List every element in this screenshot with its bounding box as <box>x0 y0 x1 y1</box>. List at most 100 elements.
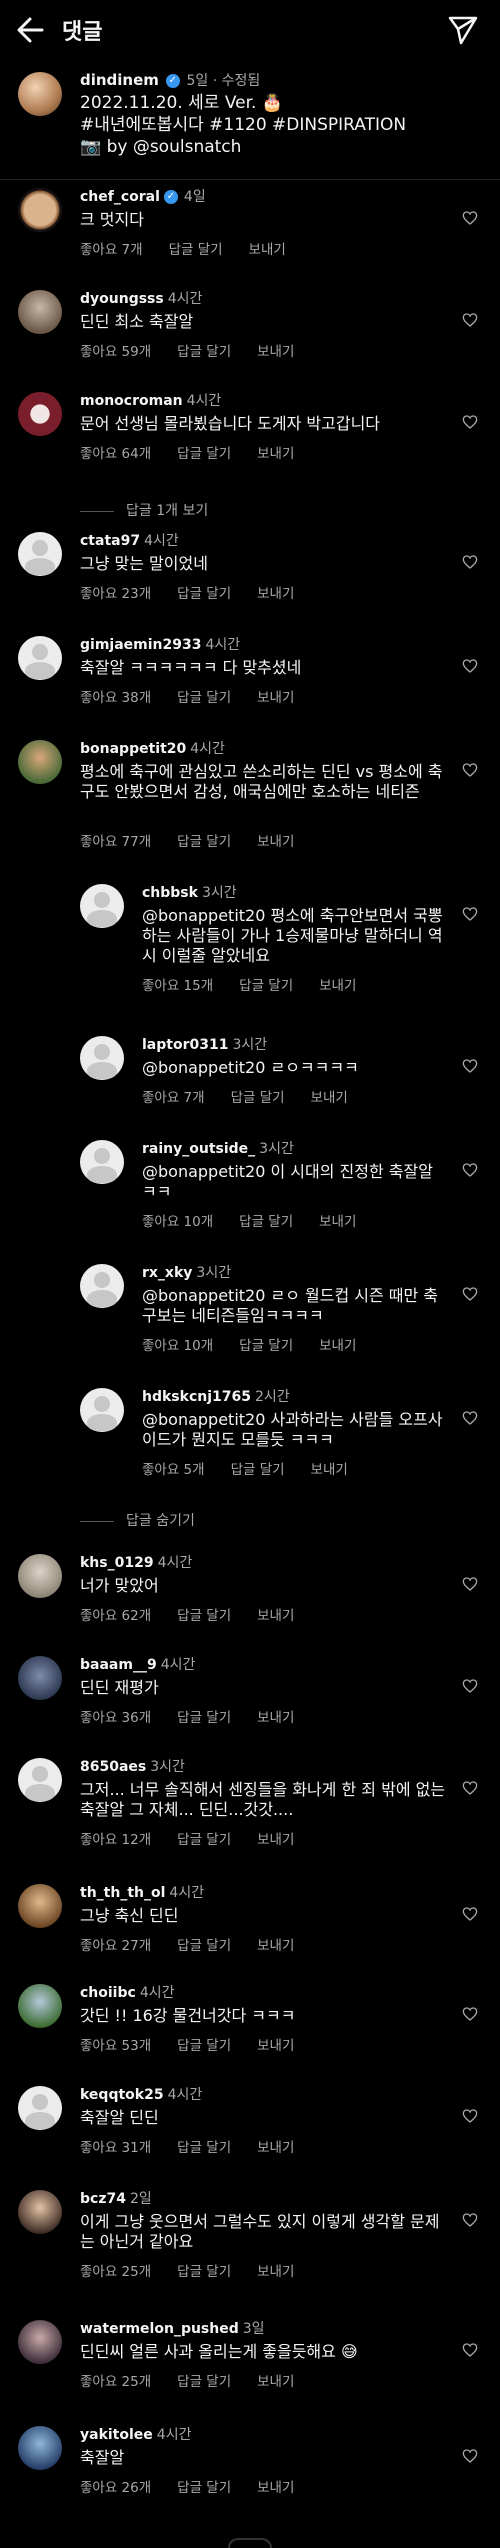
send-button[interactable]: 보내기 <box>257 1608 294 1624</box>
reply-button[interactable]: 답글 달기 <box>177 586 231 602</box>
avatar[interactable] <box>80 1036 124 1080</box>
reply-button[interactable]: 답글 달기 <box>177 2264 231 2280</box>
avatar[interactable] <box>80 884 124 928</box>
comment-username[interactable]: watermelon_pushed <box>80 2321 239 2337</box>
send-button[interactable]: 보내기 <box>257 834 294 850</box>
like-count[interactable]: 좋아요 53개 <box>80 2038 151 2054</box>
comment-username[interactable]: th_th_th_ol <box>80 1885 165 1901</box>
comment-username[interactable]: baaam__9 <box>80 1657 157 1673</box>
avatar[interactable] <box>80 1140 124 1184</box>
send-button[interactable]: 보내기 <box>257 344 294 360</box>
like-count[interactable]: 좋아요 59개 <box>80 344 151 360</box>
avatar[interactable] <box>18 1656 62 1700</box>
send-button[interactable]: 보내기 <box>257 2374 294 2390</box>
avatar[interactable] <box>18 1984 62 2028</box>
send-button[interactable]: 보내기 <box>257 1710 294 1726</box>
heart-icon[interactable] <box>462 1780 478 1796</box>
avatar[interactable] <box>18 2426 62 2470</box>
like-count[interactable]: 좋아요 31개 <box>80 2140 151 2156</box>
avatar[interactable] <box>18 532 62 576</box>
like-count[interactable]: 좋아요 10개 <box>142 1214 213 1230</box>
comment-username[interactable]: rx_xky <box>142 1265 192 1281</box>
heart-icon[interactable] <box>462 2448 478 2464</box>
send-button[interactable]: 보내기 <box>319 978 356 994</box>
heart-icon[interactable] <box>462 2006 478 2022</box>
like-count[interactable]: 좋아요 26개 <box>80 2480 151 2496</box>
send-button[interactable]: 보내기 <box>319 1214 356 1230</box>
reply-button[interactable]: 답글 달기 <box>177 1938 231 1954</box>
avatar[interactable] <box>80 1264 124 1308</box>
comment-username[interactable]: keqqtok25 <box>80 2087 164 2103</box>
reply-button[interactable]: 답글 달기 <box>239 978 293 994</box>
comment-username[interactable]: khs_0129 <box>80 1555 154 1571</box>
heart-icon[interactable] <box>462 210 478 226</box>
comment-username[interactable]: 8650aes <box>80 1759 146 1775</box>
heart-icon[interactable] <box>462 906 478 922</box>
like-count[interactable]: 좋아요 7개 <box>80 242 143 258</box>
avatar[interactable] <box>18 1554 62 1598</box>
back-arrow-icon[interactable] <box>12 12 52 48</box>
reply-button[interactable]: 답글 달기 <box>239 1338 293 1354</box>
comment-username[interactable]: gimjaemin2933 <box>80 637 201 653</box>
comment-username[interactable]: chef_coral <box>80 189 160 205</box>
like-count[interactable]: 좋아요 36개 <box>80 1710 151 1726</box>
like-count[interactable]: 좋아요 10개 <box>142 1338 213 1354</box>
send-button[interactable]: 보내기 <box>257 690 294 706</box>
like-count[interactable]: 좋아요 23개 <box>80 586 151 602</box>
send-button[interactable]: 보내기 <box>311 1090 348 1106</box>
author-username[interactable]: dindinem <box>80 71 159 89</box>
comment-username[interactable]: hdkskcnj1765 <box>142 1389 251 1405</box>
reply-button[interactable]: 답글 달기 <box>177 446 231 462</box>
reply-button[interactable]: 답글 달기 <box>177 344 231 360</box>
heart-icon[interactable] <box>462 2108 478 2124</box>
send-button[interactable]: 보내기 <box>257 586 294 602</box>
reply-button[interactable]: 답글 달기 <box>177 1608 231 1624</box>
like-count[interactable]: 좋아요 25개 <box>80 2264 151 2280</box>
send-button[interactable]: 보내기 <box>257 2140 294 2156</box>
avatar[interactable] <box>18 2320 62 2364</box>
comment-username[interactable]: laptor0311 <box>142 1037 228 1053</box>
send-button[interactable]: 보내기 <box>257 1938 294 1954</box>
send-button[interactable]: 보내기 <box>257 2038 294 2054</box>
like-count[interactable]: 좋아요 5개 <box>142 1462 205 1478</box>
like-count[interactable]: 좋아요 7개 <box>142 1090 205 1106</box>
toggle-replies-link[interactable]: 답글 숨기기 <box>80 1510 195 1530</box>
like-count[interactable]: 좋아요 12개 <box>80 1832 151 1848</box>
reply-button[interactable]: 답글 달기 <box>239 1214 293 1230</box>
avatar[interactable] <box>18 1758 62 1802</box>
like-count[interactable]: 좋아요 62개 <box>80 1608 151 1624</box>
comment-username[interactable]: bcz74 <box>80 2191 126 2207</box>
comment-username[interactable]: ctata97 <box>80 533 140 549</box>
heart-icon[interactable] <box>462 1058 478 1074</box>
avatar[interactable] <box>18 392 62 436</box>
comment-username[interactable]: dyoungsss <box>80 291 164 307</box>
reply-button[interactable]: 답글 달기 <box>177 2140 231 2156</box>
heart-icon[interactable] <box>462 1576 478 1592</box>
heart-icon[interactable] <box>462 554 478 570</box>
reply-button[interactable]: 답글 달기 <box>177 2038 231 2054</box>
send-button[interactable]: 보내기 <box>311 1462 348 1478</box>
heart-icon[interactable] <box>462 414 478 430</box>
avatar[interactable] <box>18 2086 62 2130</box>
avatar[interactable] <box>18 636 62 680</box>
heart-icon[interactable] <box>462 2342 478 2358</box>
comment-username[interactable]: chbbsk <box>142 885 198 901</box>
send-button[interactable]: 보내기 <box>319 1338 356 1354</box>
comment-username[interactable]: bonappetit20 <box>80 741 186 757</box>
author-avatar[interactable] <box>18 72 62 116</box>
reply-button[interactable]: 답글 달기 <box>177 2480 231 2496</box>
avatar[interactable] <box>18 188 62 232</box>
reply-button[interactable]: 답글 달기 <box>177 834 231 850</box>
like-count[interactable]: 좋아요 27개 <box>80 1938 151 1954</box>
reply-button[interactable]: 답글 달기 <box>177 690 231 706</box>
heart-icon[interactable] <box>462 658 478 674</box>
reply-button[interactable]: 답글 달기 <box>177 1710 231 1726</box>
heart-icon[interactable] <box>462 312 478 328</box>
toggle-replies-link[interactable]: 답글 1개 보기 <box>80 500 208 520</box>
heart-icon[interactable] <box>462 1286 478 1302</box>
avatar[interactable] <box>18 740 62 784</box>
send-button[interactable]: 보내기 <box>257 1832 294 1848</box>
like-count[interactable]: 좋아요 25개 <box>80 2374 151 2390</box>
like-count[interactable]: 좋아요 15개 <box>142 978 213 994</box>
avatar[interactable] <box>18 2190 62 2234</box>
